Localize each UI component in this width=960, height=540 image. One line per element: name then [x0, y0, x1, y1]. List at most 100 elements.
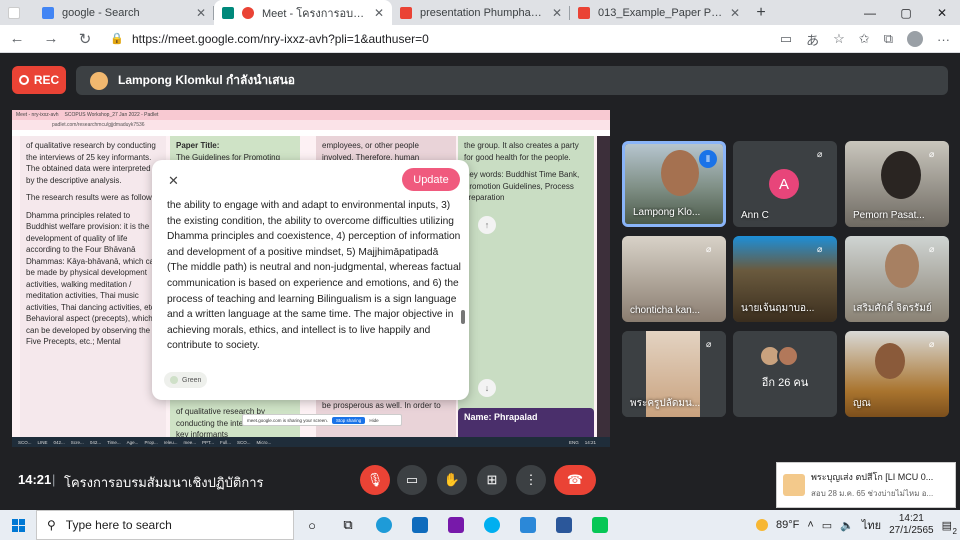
- close-tab-icon[interactable]: ✕: [730, 6, 740, 20]
- star-icon[interactable]: ☆: [833, 31, 845, 47]
- taskbar-edge[interactable]: [366, 510, 402, 540]
- close-window-icon[interactable]: ✕: [924, 0, 960, 25]
- address-bar[interactable]: 🔒 https://meet.google.com/nry-ixxz-avh?p…: [110, 28, 750, 50]
- raise-hand-button[interactable]: ✋: [437, 465, 467, 495]
- tab-google-app[interactable]: [0, 0, 34, 25]
- record-icon: [18, 75, 29, 85]
- mic-off-button[interactable]: 🎙: [360, 465, 390, 495]
- shared-address-bar: padlet.com/researchmcu/gjjdmaduyk7536: [12, 120, 610, 130]
- windows-logo-icon: [11, 518, 25, 532]
- maximize-icon[interactable]: ▢: [888, 0, 924, 25]
- taskbar-clock[interactable]: 14:21 27/1/2565: [889, 513, 934, 537]
- tab-example-paper[interactable]: 013_Example_Paper Preparation ✕: [570, 0, 748, 25]
- mic-off-icon: ⌀: [817, 149, 823, 159]
- forward-icon[interactable]: →: [34, 30, 68, 47]
- tab-presentation[interactable]: presentation Phumphakhawat ui ✕: [392, 0, 570, 25]
- minimize-icon[interactable]: —: [852, 0, 888, 25]
- meet-favicon-icon: [222, 6, 234, 19]
- camera-button[interactable]: ▭: [397, 465, 427, 495]
- hide-button[interactable]: Hide: [369, 418, 378, 423]
- windows-taskbar: ⚲ Type here to search ○ ⧉ 89°F ˄ ▭ 🔈 ไทย…: [0, 510, 960, 540]
- taskbar-word[interactable]: [546, 510, 582, 540]
- taskbar-onenote[interactable]: [438, 510, 474, 540]
- favorites-icon[interactable]: ✩: [859, 31, 870, 47]
- close-tab-icon[interactable]: ✕: [552, 6, 562, 20]
- leave-call-button[interactable]: ☎: [554, 465, 596, 495]
- new-tab-button[interactable]: +: [748, 0, 774, 25]
- more-menu-icon[interactable]: ···: [937, 32, 950, 47]
- notification-center-icon[interactable]: ▤ 2: [942, 519, 957, 536]
- notification-count: 2: [952, 526, 957, 536]
- task-view-icon: ⧉: [343, 517, 353, 532]
- participant-tile[interactable]: ⌀ chonticha kan...: [622, 236, 726, 322]
- close-tab-icon[interactable]: ✕: [374, 6, 384, 20]
- cortana-button[interactable]: ○: [294, 510, 330, 540]
- more-options-button[interactable]: ⋮: [516, 465, 546, 495]
- translate-icon[interactable]: あ: [806, 30, 819, 49]
- pdf-favicon-icon: [400, 6, 412, 19]
- google-favicon-icon: [42, 6, 54, 19]
- tab-google-search[interactable]: google - Search ✕: [34, 0, 214, 25]
- line-notification[interactable]: พระบุญเส่ง ตปสีโก [LI MCU 0... สอบ 28 ม.…: [776, 462, 956, 508]
- back-icon[interactable]: ←: [0, 30, 34, 47]
- weather-temp[interactable]: 89°F: [776, 519, 799, 531]
- volume-icon[interactable]: 🔈: [840, 519, 854, 532]
- screen-share-bar: meet.google.com is sharing your screen. …: [242, 414, 402, 426]
- post-body-text[interactable]: the ability to engage with and adapt to …: [167, 198, 461, 366]
- network-icon[interactable]: ▭: [822, 519, 832, 532]
- camera-icon: ▭: [405, 472, 419, 487]
- start-button[interactable]: [0, 510, 36, 540]
- browser-toolbar: ← → ↻ 🔒 https://meet.google.com/nry-ixxz…: [0, 25, 960, 53]
- tab-meet[interactable]: Meet - โครงการอบรมสัมมนาเชิ ✕: [214, 0, 392, 25]
- app-icon: [8, 6, 20, 19]
- tray-arrow-icon[interactable]: ˄: [807, 519, 813, 531]
- taskbar-photos[interactable]: [510, 510, 546, 540]
- participant-tile[interactable]: ⌀ Pemorn Pasat...: [845, 141, 949, 227]
- present-screen-icon: ⊞: [486, 472, 498, 487]
- participant-tile[interactable]: ⌀ ญณ: [845, 331, 949, 417]
- word-icon: [556, 517, 572, 533]
- participant-tile[interactable]: ⦀ Lampong Klo...: [622, 141, 726, 227]
- scroll-up-icon[interactable]: ↑: [478, 216, 496, 234]
- more-participants-tile[interactable]: อีก 26 คน: [733, 331, 837, 417]
- mic-off-icon: ⌀: [929, 244, 935, 254]
- line-icon: [592, 517, 608, 533]
- participant-tile[interactable]: ⌀ นายเจ้นฤมาบอ...: [733, 236, 837, 322]
- meeting-title: โครงการอบรมสัมมนาเชิงปฏิบัติการ: [64, 475, 264, 490]
- present-button[interactable]: ⊞: [477, 465, 507, 495]
- color-tag[interactable]: Green: [164, 372, 208, 388]
- taskbar-mail[interactable]: [402, 510, 438, 540]
- presenter-avatar: [90, 71, 108, 90]
- participant-tile[interactable]: ⌀ A Ann C: [733, 141, 837, 227]
- meeting-time: 14:21: [18, 472, 52, 487]
- browser-tab-strip: google - Search ✕ Meet - โครงการอบรมสัมม…: [0, 0, 960, 25]
- participant-tile[interactable]: ⌀ พระครูปลัดมน...: [622, 331, 726, 417]
- photos-icon: [520, 517, 536, 533]
- reload-icon[interactable]: ↻: [68, 30, 102, 48]
- scroll-down-icon[interactable]: ↓: [478, 379, 496, 397]
- profile-avatar[interactable]: [907, 31, 923, 47]
- modal-scrollbar[interactable]: [461, 310, 465, 324]
- mic-off-icon: ⌀: [929, 149, 935, 159]
- recording-indicator-icon: [242, 6, 254, 19]
- mic-off-icon: ⌀: [817, 244, 823, 254]
- language-indicator[interactable]: ไทย: [862, 516, 881, 534]
- speaking-indicator-icon: ⦀: [699, 150, 717, 168]
- name-card: Name: Phrapalad: [458, 408, 594, 437]
- participant-tile[interactable]: ⌀ เสริมศักดิ์ จิตรรัมย์: [845, 236, 949, 322]
- mail-icon: [412, 517, 428, 533]
- taskbar-line[interactable]: [582, 510, 618, 540]
- update-button[interactable]: Update: [402, 168, 460, 191]
- padlet-column: [597, 136, 610, 437]
- taskbar-skype[interactable]: [474, 510, 510, 540]
- presenter-bar: Lampong Klomkul กำลังนำเสนอ: [76, 66, 948, 95]
- task-view-button[interactable]: ⧉: [330, 510, 366, 540]
- close-tab-icon[interactable]: ✕: [196, 6, 206, 20]
- camera-icon[interactable]: ▭: [780, 31, 792, 47]
- collections-icon[interactable]: ⧉: [884, 31, 893, 47]
- recording-button[interactable]: REC: [12, 66, 66, 94]
- close-icon[interactable]: ✕: [168, 173, 179, 189]
- search-icon: ⚲: [47, 518, 56, 532]
- stop-sharing-button[interactable]: Stop sharing: [332, 416, 366, 424]
- taskbar-search-input[interactable]: ⚲ Type here to search: [36, 510, 294, 540]
